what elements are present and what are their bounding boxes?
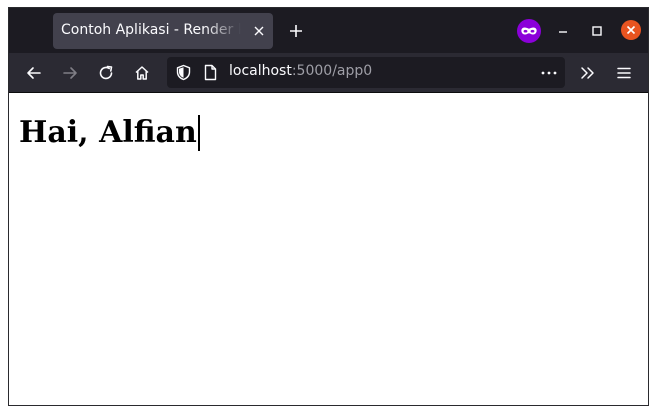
page-heading: Hai, Alfian	[19, 115, 200, 151]
shield-icon[interactable]	[175, 64, 192, 81]
greeting-text: Hai, Alfian	[19, 115, 197, 150]
url-bar[interactable]: localhost:5000/app0	[167, 57, 565, 88]
text-caret	[197, 115, 200, 151]
arrow-left-icon[interactable]	[25, 64, 43, 82]
maximize-icon[interactable]	[589, 23, 605, 39]
page-content: Hai, Alfian	[9, 93, 648, 405]
browser-window: Contoh Aplikasi - Render ke View	[8, 7, 649, 406]
minimize-icon[interactable]	[555, 23, 571, 39]
url-host: localhost	[229, 63, 292, 79]
plus-icon[interactable]	[287, 22, 305, 40]
arrow-right-icon[interactable]	[61, 64, 79, 82]
ellipsis-icon[interactable]	[539, 64, 559, 81]
reload-icon[interactable]	[97, 64, 115, 82]
close-icon[interactable]	[251, 23, 267, 39]
tab-title: Contoh Aplikasi - Render ke View	[61, 22, 241, 38]
url-path: :5000/app0	[291, 63, 373, 79]
navigation-toolbar: localhost:5000/app0	[9, 53, 648, 93]
hamburger-icon[interactable]	[615, 64, 633, 82]
double-chevron-icon[interactable]	[579, 64, 597, 82]
page-icon[interactable]	[203, 64, 218, 81]
window-close-icon[interactable]	[620, 19, 642, 41]
home-icon[interactable]	[133, 64, 151, 82]
url-text[interactable]: localhost:5000/app0	[229, 63, 372, 79]
private-mask-icon[interactable]	[517, 19, 541, 43]
tab-active[interactable]: Contoh Aplikasi - Render ke View	[53, 13, 273, 49]
tab-bar: Contoh Aplikasi - Render ke View	[9, 8, 648, 53]
